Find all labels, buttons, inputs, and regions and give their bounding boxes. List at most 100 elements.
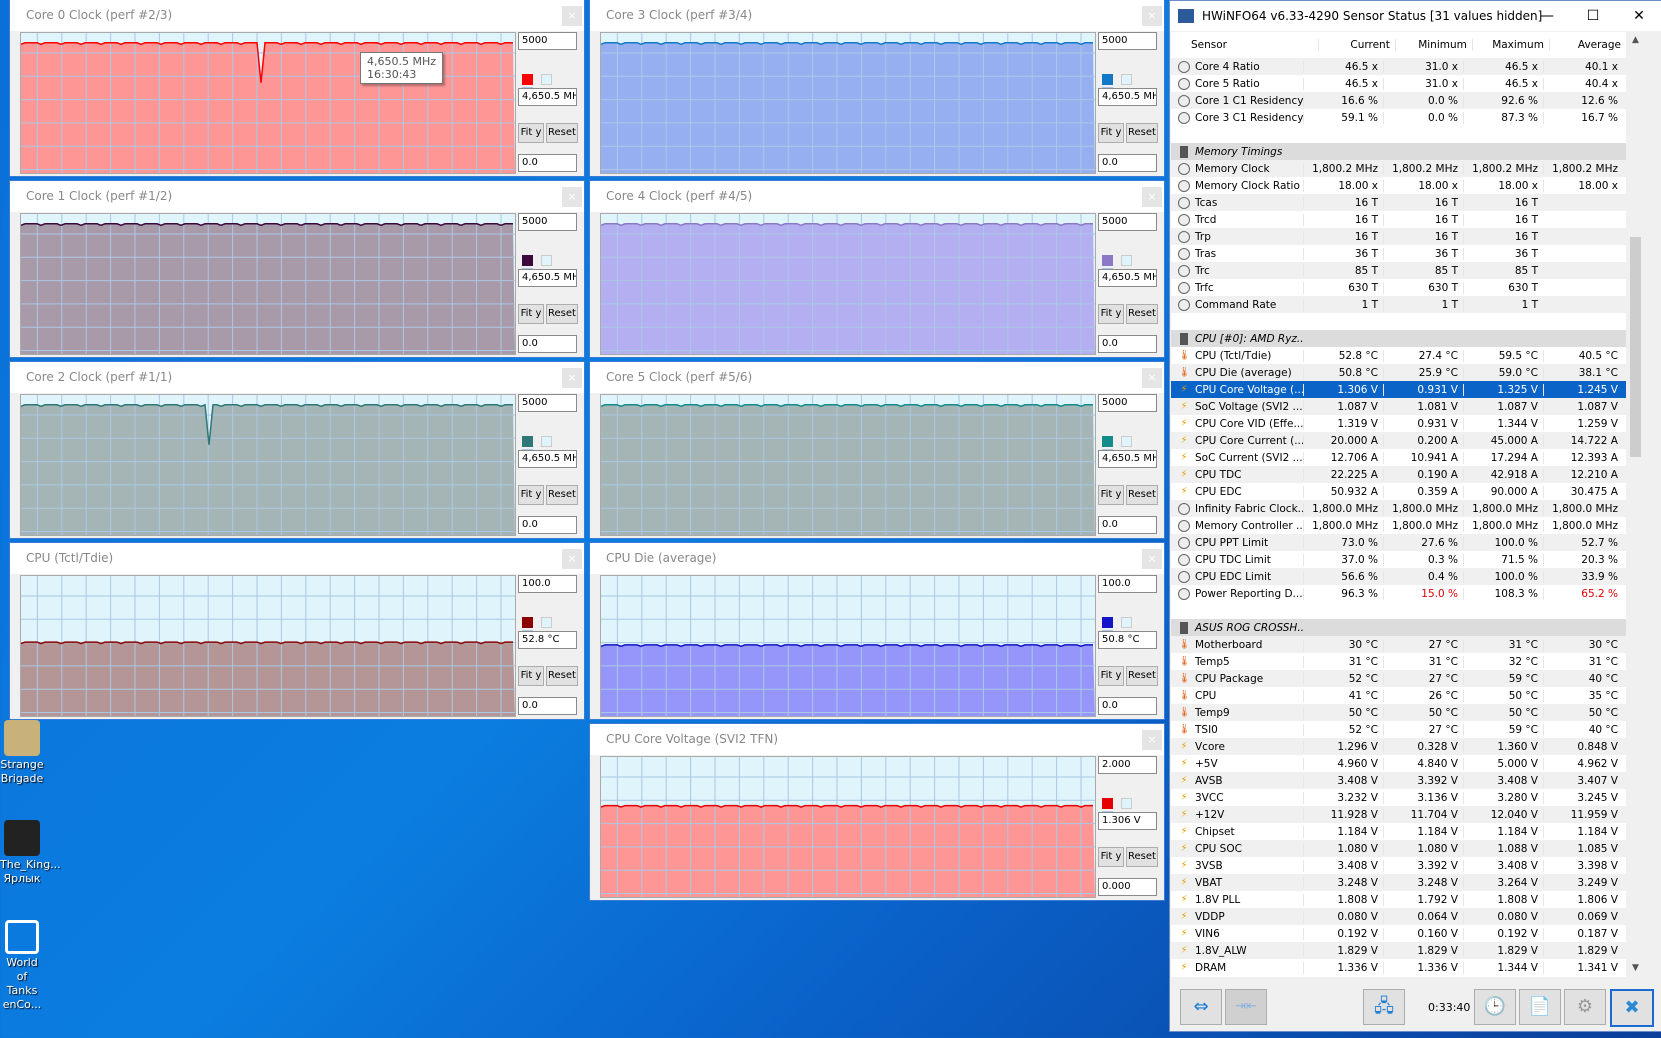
graph-plot[interactable] [600, 394, 1096, 536]
graph-min-field[interactable]: 0.0 [1098, 697, 1157, 715]
sensor-row[interactable]: ⚡ 1.8V_ALW 1.829 V 1.829 V 1.829 V 1.829 … [1171, 942, 1626, 959]
reset-button[interactable]: Reset [546, 485, 578, 505]
background-color-swatch[interactable] [541, 255, 552, 266]
sensor-row[interactable]: Core 4 Ratio 46.5 x 31.0 x 46.5 x 40.1 x [1171, 58, 1626, 75]
graph-min-field[interactable]: 0.0 [1098, 335, 1157, 353]
reset-button[interactable]: Reset [546, 666, 578, 686]
network-button[interactable]: 🖧 [1363, 989, 1405, 1025]
background-color-swatch[interactable] [1121, 436, 1132, 447]
graph-close-icon[interactable]: × [1142, 368, 1162, 388]
expand-button[interactable]: ⇔ [1180, 989, 1222, 1025]
sensor-row[interactable]: CPU EDC Limit 56.6 % 0.4 % 100.0 % 33.9 … [1171, 568, 1626, 585]
sensor-row[interactable]: Trc 85 T 85 T 85 T [1171, 262, 1626, 279]
column-current[interactable]: Current [1317, 39, 1395, 51]
fit-y-button[interactable]: Fit y [518, 666, 544, 686]
sensor-row[interactable]: 🌡 TSI0 52 °C 27 °C 59 °C 40 °C [1171, 721, 1626, 738]
reset-button[interactable]: Reset [546, 304, 578, 324]
sensor-row[interactable]: ⚡ AVSB 3.408 V 3.392 V 3.408 V 3.407 V [1171, 772, 1626, 789]
sensor-group-header[interactable]: Memory Timings [1171, 143, 1626, 160]
sensor-row[interactable]: Command Rate 1 T 1 T 1 T [1171, 296, 1626, 313]
close-button[interactable]: ✕ [1616, 1, 1661, 31]
sensor-row[interactable]: Trp 16 T 16 T 16 T [1171, 228, 1626, 245]
graph-min-field[interactable]: 0.0 [518, 697, 577, 715]
sensor-row[interactable]: ⚡ 3VSB 3.408 V 3.392 V 3.408 V 3.398 V [1171, 857, 1626, 874]
sensor-row[interactable]: CPU PPT Limit 73.0 % 27.6 % 100.0 % 52.7… [1171, 534, 1626, 551]
sensor-row[interactable]: ⚡ VIN6 0.192 V 0.160 V 0.192 V 0.187 V [1171, 925, 1626, 942]
sensor-row[interactable]: Power Reporting D... 96.3 % 15.0 % 108.3… [1171, 585, 1626, 602]
graph-max-field[interactable]: 5000 [518, 213, 577, 231]
graph-title-bar[interactable]: Core 5 Clock (perf #5/6) × [590, 362, 1164, 393]
desktop-icon-world-of-tanks[interactable]: World of Tanks enCo... [0, 920, 44, 1012]
graph-plot[interactable] [600, 213, 1096, 355]
sensor-row[interactable]: 🌡 Temp5 31 °C 31 °C 32 °C 31 °C [1171, 653, 1626, 670]
sensor-row[interactable]: Memory Clock 1,800.2 MHz 1,800.2 MHz 1,8… [1171, 160, 1626, 177]
graph-close-icon[interactable]: × [1142, 6, 1162, 26]
sensor-row[interactable]: 🌡 Motherboard 30 °C 27 °C 31 °C 30 °C [1171, 636, 1626, 653]
graph-max-field[interactable]: 5000 [1098, 32, 1157, 50]
settings-button[interactable]: ⚙ [1564, 989, 1606, 1025]
reset-button[interactable]: Reset [1126, 123, 1158, 143]
graph-plot[interactable] [600, 575, 1096, 717]
graph-title-bar[interactable]: Core 4 Clock (perf #4/5) × [590, 181, 1164, 212]
graph-max-field[interactable]: 100.0 [518, 575, 577, 593]
graph-title-bar[interactable]: CPU Die (average) × [590, 543, 1164, 574]
sensor-row[interactable]: CPU TDC Limit 37.0 % 0.3 % 71.5 % 20.3 % [1171, 551, 1626, 568]
graph-close-icon[interactable]: × [1142, 187, 1162, 207]
reset-button[interactable]: Reset [1126, 485, 1158, 505]
graph-close-icon[interactable]: × [562, 187, 582, 207]
reset-timer-button[interactable]: 🕒 [1474, 989, 1516, 1025]
line-color-swatch[interactable] [1102, 798, 1113, 809]
graph-close-icon[interactable]: × [1142, 730, 1162, 750]
desktop-icon-the-king[interactable]: The_King... Ярлык [0, 820, 61, 886]
line-color-swatch[interactable] [522, 617, 533, 628]
graph-plot[interactable] [20, 575, 516, 717]
line-color-swatch[interactable] [1102, 617, 1113, 628]
sensor-row[interactable]: ⚡ CPU Core VID (Effe... 1.319 V 0.931 V 1… [1171, 415, 1626, 432]
graph-min-field[interactable]: 0.0 [518, 154, 577, 172]
fit-y-button[interactable]: Fit y [518, 123, 544, 143]
graph-close-icon[interactable]: × [562, 6, 582, 26]
graph-plot[interactable] [20, 394, 516, 536]
graph-max-field[interactable]: 5000 [1098, 394, 1157, 412]
graph-min-field[interactable]: 0.0 [518, 335, 577, 353]
sensor-row[interactable]: ⚡ SoC Voltage (SVI2 ... 1.087 V 1.081 V 1… [1171, 398, 1626, 415]
sensor-row[interactable]: ⚡ Vcore 1.296 V 0.328 V 1.360 V 0.848 V [1171, 738, 1626, 755]
graph-title-bar[interactable]: CPU Core Voltage (SVI2 TFN) × [590, 724, 1164, 755]
sensor-row[interactable]: ⚡ 1.8V PLL 1.808 V 1.792 V 1.808 V 1.806 … [1171, 891, 1626, 908]
line-color-swatch[interactable] [522, 255, 533, 266]
graph-title-bar[interactable]: Core 2 Clock (perf #1/1) × [10, 362, 584, 393]
collapse-button[interactable]: ⇥⇤ [1225, 989, 1267, 1025]
column-maximum[interactable]: Maximum [1471, 39, 1549, 51]
reset-button[interactable]: Reset [1126, 304, 1158, 324]
sensor-row[interactable]: 🌡 CPU Die (average) 50.8 °C 25.9 °C 59.0 … [1171, 364, 1626, 381]
graph-max-field[interactable]: 2.000 [1098, 756, 1157, 774]
fit-y-button[interactable]: Fit y [1098, 123, 1124, 143]
title-bar[interactable]: HWiNFO64 v6.33-4290 Sensor Status [31 va… [1170, 1, 1661, 31]
fit-y-button[interactable]: Fit y [1098, 304, 1124, 324]
background-color-swatch[interactable] [1121, 798, 1132, 809]
graph-title-bar[interactable]: Core 3 Clock (perf #3/4) × [590, 0, 1164, 31]
sensor-group-header[interactable]: ASUS ROG CROSSH... [1171, 619, 1626, 636]
fit-y-button[interactable]: Fit y [1098, 485, 1124, 505]
sensor-row[interactable]: Tcas 16 T 16 T 16 T [1171, 194, 1626, 211]
graph-max-field[interactable]: 5000 [518, 32, 577, 50]
graph-min-field[interactable]: 0.000 [1098, 878, 1157, 896]
sensor-row[interactable]: ⚡ +5V 4.960 V 4.840 V 5.000 V 4.962 V [1171, 755, 1626, 772]
line-color-swatch[interactable] [522, 74, 533, 85]
background-color-swatch[interactable] [1121, 255, 1132, 266]
graph-plot[interactable] [20, 213, 516, 355]
sensor-row[interactable]: ⚡ VDDP 0.080 V 0.064 V 0.080 V 0.069 V [1171, 908, 1626, 925]
background-color-swatch[interactable] [541, 617, 552, 628]
fit-y-button[interactable]: Fit y [518, 304, 544, 324]
logging-button[interactable]: 📄 [1519, 989, 1561, 1025]
sensor-row[interactable]: ⚡ CPU Core Voltage (... 1.306 V 0.931 V 1… [1171, 381, 1626, 398]
sensor-row[interactable]: ⚡ CPU EDC 50.932 A 0.359 A 90.000 A 30.47… [1171, 483, 1626, 500]
column-minimum[interactable]: Minimum [1394, 39, 1472, 51]
sensor-row[interactable]: ⚡ 3VCC 3.232 V 3.136 V 3.280 V 3.245 V [1171, 789, 1626, 806]
graph-close-icon[interactable]: × [1142, 549, 1162, 569]
reset-button[interactable]: Reset [1126, 666, 1158, 686]
sensor-row[interactable]: ⚡ CPU TDC 22.225 A 0.190 A 42.918 A 12.21… [1171, 466, 1626, 483]
sensor-row[interactable]: ⚡ DRAM 1.336 V 1.336 V 1.344 V 1.341 V [1171, 959, 1626, 976]
vertical-scrollbar[interactable]: ▲ ▼ [1627, 32, 1644, 977]
background-color-swatch[interactable] [1121, 617, 1132, 628]
